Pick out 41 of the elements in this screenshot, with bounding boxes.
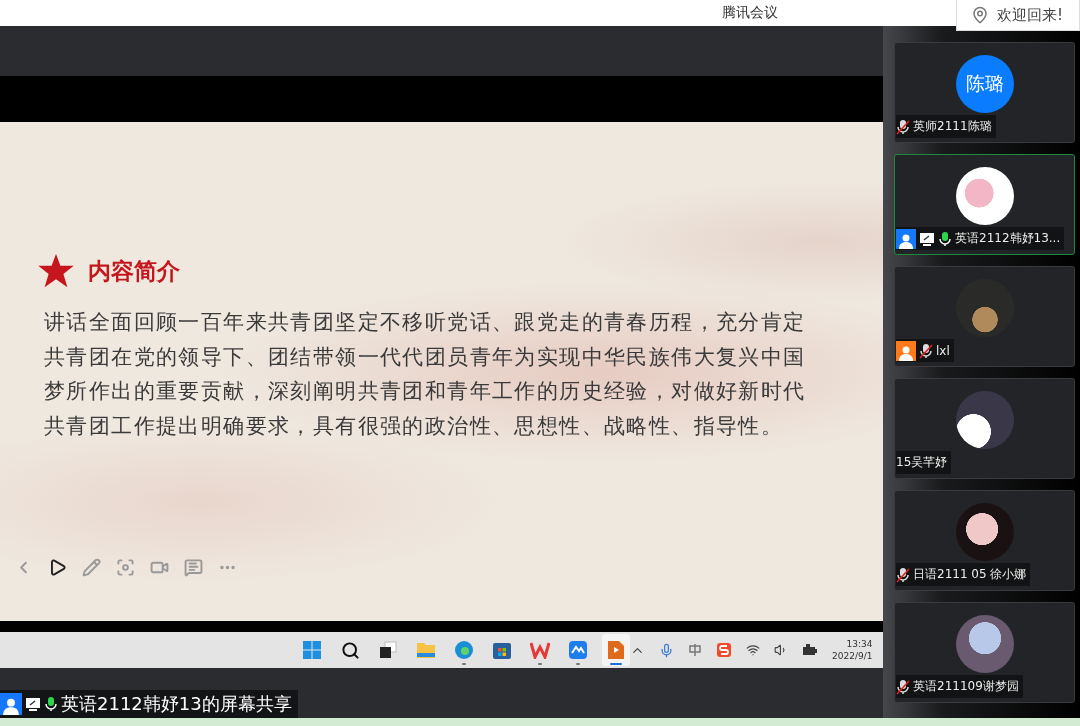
participant-tile[interactable]: 陈璐 英师2111陈璐 (894, 42, 1075, 143)
microphone-icon (938, 230, 952, 247)
clock-date: 2022/9/1 (832, 650, 873, 662)
slide-text-line: 梦所作出的重要贡献，深刻阐明共青团和青年工作的历史经验，对做好新时代 (44, 379, 807, 404)
s-logo-icon[interactable] (716, 642, 732, 658)
participant-name: lxl (936, 343, 950, 358)
avatar-circle: 陈璐 (955, 55, 1014, 113)
star-icon (38, 254, 74, 288)
participant-tile[interactable]: lxl (894, 266, 1075, 367)
microphone-icon[interactable] (659, 642, 674, 658)
participant-name: 英师2111陈璐 (913, 118, 992, 135)
slides-icon[interactable] (602, 634, 630, 666)
muted-microphone-icon (919, 342, 933, 359)
participant-tile[interactable]: 日语2111 05 徐小娜 (894, 490, 1075, 591)
participant-tile[interactable]: 15吴芊妤 (894, 378, 1075, 479)
clock-time: 13:34 (846, 638, 873, 650)
muted-microphone-icon (896, 118, 910, 135)
participant-name: 15吴芊妤 (896, 454, 948, 471)
slide-text-line: 共青团在党的领导下、团结带领一代代团员青年为实现中华民族伟大复兴中国 (44, 344, 807, 369)
chat-icon[interactable] (182, 556, 204, 578)
participant-tile[interactable]: 英语2112韩妤13... (894, 154, 1075, 255)
participant-tile[interactable]: 英语211109谢梦园 (894, 602, 1075, 703)
slide-text-line: 讲话全面回顾一百年来共青团坚定不移听党话、跟党走的青春历程，充分肯定 (44, 310, 807, 335)
slide-title: 内容简介 (88, 256, 180, 286)
toast-text: 欢迎回来! (997, 5, 1063, 25)
muted-microphone-icon (896, 566, 910, 583)
location-icon (971, 6, 989, 24)
participant-name: 日语2111 05 徐小娜 (913, 566, 1027, 583)
slide-text-line: 共青团工作提出明确要求，具有很强的政治性、思想性、战略性、指导性。 (44, 413, 785, 438)
photo-placeholder (955, 167, 1014, 225)
participant-name: 英语211109谢梦园 (913, 678, 1019, 695)
screen-share-icon (919, 230, 935, 247)
screen-share-text: 英语2112韩妤13的屏幕共享 (61, 692, 292, 716)
pen-icon[interactable] (80, 556, 102, 578)
input-method-icon[interactable] (688, 643, 702, 657)
wifi-icon[interactable] (746, 643, 760, 657)
window-title: 腾讯会议 (722, 4, 778, 22)
focus-icon[interactable] (114, 556, 136, 578)
participant-name: 英语2112韩妤13... (955, 230, 1061, 247)
screen-share-icon (25, 696, 41, 712)
muted-microphone-icon (896, 678, 910, 695)
